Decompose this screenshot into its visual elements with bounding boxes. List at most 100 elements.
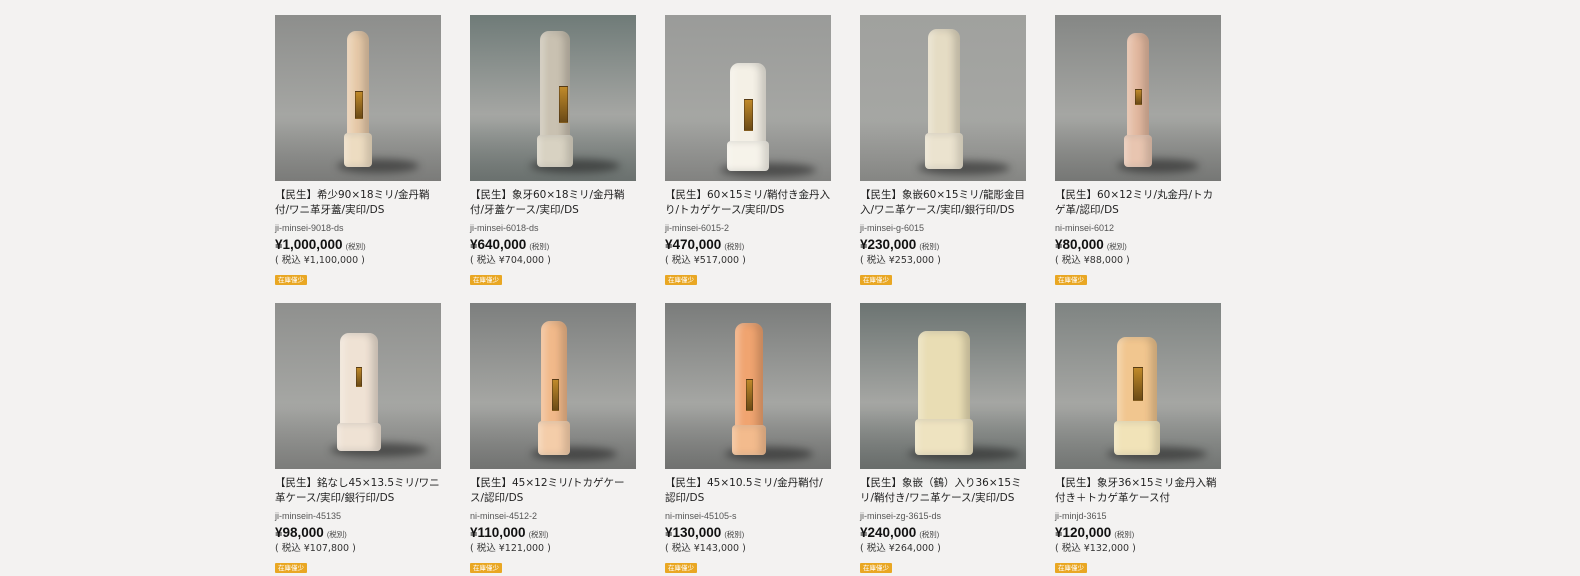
product-card[interactable]: 【民生】象牙36×15ミリ金丹入鞘付き＋トカゲ革ケース付 ji-minjd-36… [1055, 303, 1221, 573]
tax-label: (税別) [919, 530, 940, 539]
product-name[interactable]: 【民生】60×15ミリ/鞘付き金丹入り/トカゲケース/実印/DS [665, 188, 831, 218]
product-price: ¥470,000 (税別) [665, 236, 831, 255]
price-including-tax: ( 税込 ¥121,000 ) [470, 543, 551, 554]
price-value: ¥80,000 [1055, 237, 1104, 252]
stock-badge: 在庫僅少 [860, 563, 892, 573]
price-value: ¥120,000 [1055, 525, 1112, 540]
crane-inlay-stamp-icon [915, 331, 973, 455]
product-card[interactable]: 【民生】希少90×18ミリ/金丹鞘付/ワニ革牙蓋/実印/DS ji-minsei… [275, 15, 441, 285]
product-image[interactable] [275, 15, 441, 181]
stock-badge: 在庫僅少 [470, 563, 502, 573]
product-code: ji-minsein-45135 [275, 511, 342, 521]
price-value: ¥1,000,000 [275, 237, 343, 252]
product-name[interactable]: 【民生】45×12ミリ/トカゲケース/認印/DS [470, 476, 636, 506]
price-including-tax: ( 税込 ¥517,000 ) [665, 255, 746, 266]
product-card[interactable]: 【民生】象牙60×18ミリ/金丹鞘付/牙蓋ケース/実印/DS ji-minsei… [470, 15, 636, 285]
product-card[interactable]: 【民生】45×10.5ミリ/金丹鞘付/認印/DS ni-minsei-45105… [665, 303, 831, 573]
stock-badge: 在庫僅少 [1055, 563, 1087, 573]
ivory-stamp-icon [537, 31, 573, 167]
product-image[interactable] [860, 15, 1026, 181]
tax-label: (税別) [345, 242, 366, 251]
stock-badge: 在庫僅少 [470, 275, 502, 285]
product-code: ji-minsei-zg-3615-ds [860, 511, 942, 521]
product-name[interactable]: 【民生】銘なし45×13.5ミリ/ワニ革ケース/実印/銀行印/DS [275, 476, 441, 506]
product-name[interactable]: 【民生】象嵌（鶴）入り36×15ミリ/鞘付き/ワニ革ケース/実印/DS [860, 476, 1026, 506]
stock-badge: 在庫僅少 [275, 275, 307, 285]
product-card[interactable]: 【民生】象嵌（鶴）入り36×15ミリ/鞘付き/ワニ革ケース/実印/DS ji-m… [860, 303, 1026, 573]
product-image[interactable] [470, 15, 636, 181]
tax-label: (税別) [529, 242, 550, 251]
price-value: ¥110,000 [470, 525, 526, 540]
gold-window [746, 379, 753, 411]
product-price: ¥98,000 (税別) [275, 524, 441, 543]
product-card[interactable]: 【民生】45×12ミリ/トカゲケース/認印/DS ni-minsei-4512-… [470, 303, 636, 573]
price-including-tax: ( 税込 ¥88,000 ) [1055, 255, 1130, 266]
product-code: ni-minsei-45105-s [665, 511, 737, 521]
stamp-band [727, 141, 769, 171]
price-value: ¥640,000 [470, 237, 527, 252]
ivory-stamp-icon [1124, 33, 1152, 167]
gold-window [552, 379, 559, 411]
price-value: ¥98,000 [275, 525, 324, 540]
product-card[interactable]: 【民生】60×12ミリ/丸金丹/トカゲ革/認印/DS ni-minsei-601… [1055, 15, 1221, 285]
product-code: ji-minsei-6018-ds [470, 223, 539, 233]
product-price: ¥640,000 (税別) [470, 236, 636, 255]
product-price: ¥80,000 (税別) [1055, 236, 1221, 255]
stock-badge: 在庫僅少 [665, 275, 697, 285]
product-image[interactable] [1055, 303, 1221, 469]
product-price: ¥240,000 (税別) [860, 524, 1026, 543]
ivory-stamp-icon [538, 321, 570, 455]
product-code: ji-minsei-9018-ds [275, 223, 344, 233]
price-including-tax: ( 税込 ¥132,000 ) [1055, 543, 1136, 554]
carved-dragon-stamp-icon [925, 29, 963, 169]
product-image[interactable] [860, 303, 1026, 469]
stamp-band [915, 419, 973, 455]
product-image[interactable] [665, 303, 831, 469]
product-code: ni-minsei-4512-2 [470, 511, 538, 521]
stamp-band [344, 133, 372, 167]
product-card[interactable]: 【民生】銘なし45×13.5ミリ/ワニ革ケース/実印/銀行印/DS ji-min… [275, 303, 441, 573]
product-image[interactable] [470, 303, 636, 469]
product-image[interactable] [275, 303, 441, 469]
product-image[interactable] [665, 15, 831, 181]
product-grid: 【民生】希少90×18ミリ/金丹鞘付/ワニ革牙蓋/実印/DS ji-minsei… [275, 15, 1221, 573]
ivory-stamp-icon [344, 31, 372, 167]
product-name[interactable]: 【民生】45×10.5ミリ/金丹鞘付/認印/DS [665, 476, 831, 506]
stamp-band [925, 133, 963, 169]
tax-label: (税別) [724, 530, 745, 539]
gold-window [559, 86, 568, 123]
price-including-tax: ( 税込 ¥704,000 ) [470, 255, 551, 266]
tax-label: (税別) [724, 242, 745, 251]
price-value: ¥130,000 [665, 525, 722, 540]
stock-badge: 在庫僅少 [860, 275, 892, 285]
product-name[interactable]: 【民生】60×12ミリ/丸金丹/トカゲ革/認印/DS [1055, 188, 1221, 218]
stamp-band [1114, 421, 1160, 455]
product-name[interactable]: 【民生】象嵌60×15ミリ/龍彫金目入/ワニ革ケース/実印/銀行印/DS [860, 188, 1026, 218]
product-price: ¥130,000 (税別) [665, 524, 831, 543]
ivory-stamp-icon [732, 323, 766, 455]
product-name[interactable]: 【民生】希少90×18ミリ/金丹鞘付/ワニ革牙蓋/実印/DS [275, 188, 441, 218]
price-including-tax: ( 税込 ¥143,000 ) [665, 543, 746, 554]
price-including-tax: ( 税込 ¥264,000 ) [860, 543, 941, 554]
product-name[interactable]: 【民生】象牙36×15ミリ金丹入鞘付き＋トカゲ革ケース付 [1055, 476, 1221, 506]
tax-label: (税別) [326, 530, 347, 539]
tax-label: (税別) [1114, 530, 1135, 539]
price-including-tax: ( 税込 ¥253,000 ) [860, 255, 941, 266]
price-value: ¥230,000 [860, 237, 917, 252]
stock-badge: 在庫僅少 [665, 563, 697, 573]
product-price: ¥120,000 (税別) [1055, 524, 1221, 543]
product-price: ¥1,000,000 (税別) [275, 236, 441, 255]
price-including-tax: ( 税込 ¥1,100,000 ) [275, 255, 365, 266]
price-value: ¥240,000 [860, 525, 917, 540]
stamp-band [537, 135, 573, 167]
ivory-stamp-icon [727, 63, 769, 171]
product-price: ¥230,000 (税別) [860, 236, 1026, 255]
product-name[interactable]: 【民生】象牙60×18ミリ/金丹鞘付/牙蓋ケース/実印/DS [470, 188, 636, 218]
stamp-band [1124, 135, 1152, 167]
stock-badge: 在庫僅少 [1055, 275, 1087, 285]
product-image[interactable] [1055, 15, 1221, 181]
product-card[interactable]: 【民生】60×15ミリ/鞘付き金丹入り/トカゲケース/実印/DS ji-mins… [665, 15, 831, 285]
gold-window [356, 367, 362, 387]
product-card[interactable]: 【民生】象嵌60×15ミリ/龍彫金目入/ワニ革ケース/実印/銀行印/DS ji-… [860, 15, 1026, 285]
tax-label: (税別) [528, 530, 549, 539]
